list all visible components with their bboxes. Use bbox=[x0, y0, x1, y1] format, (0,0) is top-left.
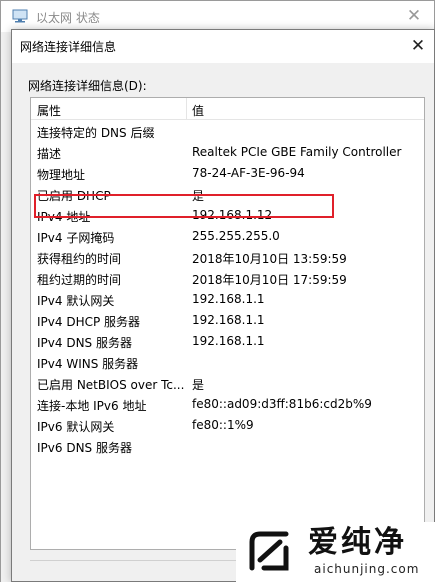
table-row[interactable]: 连接特定的 DNS 后缀 bbox=[31, 121, 424, 142]
table-row[interactable]: 租约过期的时间 2018年10月10日 17:59:59 bbox=[31, 268, 424, 289]
value-cell: 255.255.255.0 bbox=[192, 229, 280, 243]
property-cell: IPv4 WINS 服务器 bbox=[37, 357, 139, 371]
property-cell: 连接特定的 DNS 后缀 bbox=[37, 126, 155, 140]
property-cell: 描述 bbox=[37, 147, 62, 161]
table-row[interactable]: 物理地址 78-24-AF-3E-96-94 bbox=[31, 163, 424, 184]
ethernet-status-titlebar: 以太网 状态 ✕ bbox=[1, 1, 434, 32]
table-row[interactable]: 已启用 NetBIOS over Tc... 是 bbox=[31, 373, 424, 394]
property-cell: IPv4 DNS 服务器 bbox=[37, 336, 132, 350]
table-row[interactable]: IPv4 DHCP 服务器 192.168.1.1 bbox=[31, 310, 424, 331]
property-cell: IPv4 DHCP 服务器 bbox=[37, 315, 141, 329]
property-cell: IPv6 DNS 服务器 bbox=[37, 441, 132, 455]
property-cell: 物理地址 bbox=[37, 168, 86, 182]
value-cell: 192.168.1.1 bbox=[192, 292, 265, 306]
watermark-brand: 爱纯净 bbox=[308, 525, 407, 560]
network-adapter-icon bbox=[12, 9, 28, 23]
value-cell: 78-24-AF-3E-96-94 bbox=[192, 166, 305, 180]
table-row[interactable]: IPv6 默认网关 fe80::1%9 bbox=[31, 415, 424, 436]
table-row[interactable]: 描述 Realtek PCIe GBE Family Controller bbox=[31, 142, 424, 163]
property-cell: IPv4 子网掩码 bbox=[37, 231, 115, 245]
watermark-logo-icon bbox=[246, 528, 292, 574]
value-cell: fe80::1%9 bbox=[192, 418, 254, 432]
property-cell: IPv4 默认网关 bbox=[37, 294, 115, 308]
details-list-caption: 网络连接详细信息(D): bbox=[28, 79, 147, 93]
value-cell: Realtek PCIe GBE Family Controller bbox=[192, 145, 402, 159]
listview-rows: 连接特定的 DNS 后缀 描述 Realtek PCIe GBE Family Co… bbox=[31, 121, 424, 457]
value-cell: 192.168.1.1 bbox=[192, 313, 265, 327]
value-cell: 是 bbox=[192, 378, 205, 392]
column-header-property[interactable]: 属性 bbox=[37, 102, 61, 119]
property-cell: 连接-本地 IPv6 地址 bbox=[37, 399, 147, 413]
value-cell: 2018年10月10日 17:59:59 bbox=[192, 273, 347, 287]
table-row[interactable]: IPv4 DNS 服务器 192.168.1.1 bbox=[31, 331, 424, 352]
watermark-url: aichunjing.com bbox=[314, 562, 420, 576]
column-header-value[interactable]: 值 bbox=[192, 102, 204, 119]
property-cell: 获得租约的时间 bbox=[37, 252, 122, 266]
close-icon[interactable]: ✕ bbox=[406, 34, 430, 58]
property-cell: 已启用 NetBIOS over Tc... bbox=[37, 378, 185, 392]
table-row[interactable]: IPv4 WINS 服务器 bbox=[31, 352, 424, 373]
table-row[interactable]: IPv4 子网掩码 255.255.255.0 bbox=[31, 226, 424, 247]
table-row[interactable]: 获得租约的时间 2018年10月10日 13:59:59 bbox=[31, 247, 424, 268]
property-cell: IPv6 默认网关 bbox=[37, 420, 115, 434]
property-cell: 租约过期的时间 bbox=[37, 273, 122, 287]
value-cell: 192.168.1.1 bbox=[192, 334, 265, 348]
table-row[interactable]: IPv4 默认网关 192.168.1.1 bbox=[31, 289, 424, 310]
table-row[interactable]: IPv6 DNS 服务器 bbox=[31, 436, 424, 457]
value-cell: fe80::ad09:d3ff:81b6:cd2b%9 bbox=[192, 397, 372, 411]
close-icon[interactable]: ✕ bbox=[402, 4, 426, 28]
column-separator[interactable] bbox=[186, 98, 187, 120]
table-row[interactable]: 连接-本地 IPv6 地址 fe80::ad09:d3ff:81b6:cd2b%9 bbox=[31, 394, 424, 415]
watermark: 爱纯净 aichunjing.com bbox=[236, 522, 435, 582]
dialog-title: 网络连接详细信息 bbox=[20, 40, 117, 54]
details-listview[interactable]: 属性 值 连接特定的 DNS 后缀 描述 Realtek PCIe GBE Fami… bbox=[30, 97, 425, 550]
highlight-box-physical-address bbox=[34, 194, 334, 218]
listview-header: 属性 值 bbox=[31, 98, 424, 120]
value-cell: 2018年10月10日 13:59:59 bbox=[192, 252, 347, 266]
network-connection-details-dialog: 网络连接详细信息 ✕ 网络连接详细信息(D): 属性 值 连接特定的 DNS 后… bbox=[11, 29, 435, 582]
ethernet-status-title: 以太网 状态 bbox=[36, 11, 100, 25]
